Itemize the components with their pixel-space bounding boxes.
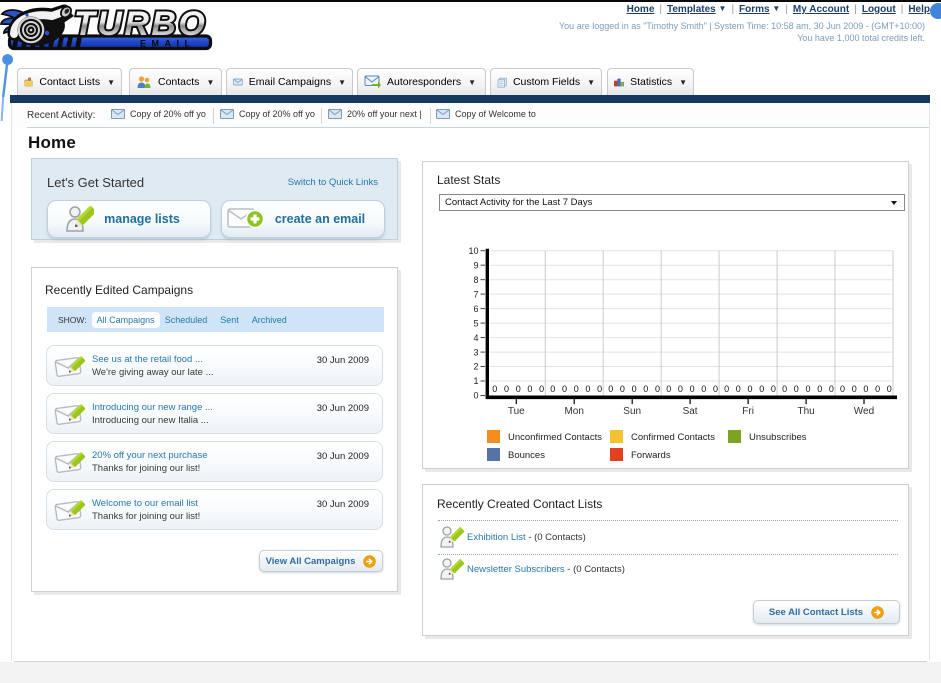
- svg-text:Wed: Wed: [854, 406, 874, 417]
- svg-text:0: 0: [632, 384, 637, 394]
- svg-text:0: 0: [562, 384, 567, 394]
- svg-text:3: 3: [473, 347, 478, 357]
- svg-text:Mon: Mon: [564, 406, 583, 417]
- svg-text:Forwards: Forwards: [631, 450, 671, 461]
- svg-text:Unsubscribes: Unsubscribes: [749, 432, 807, 443]
- svg-text:0: 0: [678, 384, 683, 394]
- svg-text:4: 4: [473, 333, 478, 343]
- svg-text:0: 0: [829, 384, 834, 394]
- svg-text:0: 0: [492, 384, 497, 394]
- svg-text:7: 7: [473, 289, 478, 299]
- svg-text:0: 0: [690, 384, 695, 394]
- svg-text:0: 0: [666, 384, 671, 394]
- svg-text:Tue: Tue: [508, 406, 525, 417]
- svg-text:0: 0: [597, 384, 602, 394]
- svg-text:0: 0: [655, 384, 660, 394]
- svg-text:6: 6: [473, 304, 478, 314]
- svg-text:0: 0: [620, 384, 625, 394]
- svg-text:0: 0: [516, 384, 521, 394]
- svg-text:Thu: Thu: [797, 406, 814, 417]
- svg-text:0: 0: [771, 384, 776, 394]
- svg-text:0: 0: [713, 384, 718, 394]
- svg-text:0: 0: [504, 384, 509, 394]
- svg-text:2: 2: [473, 362, 478, 372]
- svg-text:8: 8: [473, 275, 478, 285]
- svg-text:Unconfirmed Contacts: Unconfirmed Contacts: [508, 432, 602, 443]
- svg-text:0: 0: [887, 384, 892, 394]
- svg-text:9: 9: [473, 260, 478, 270]
- svg-text:0: 0: [585, 384, 590, 394]
- svg-text:0: 0: [608, 384, 613, 394]
- svg-text:Sat: Sat: [683, 406, 698, 417]
- svg-text:0: 0: [875, 384, 880, 394]
- svg-text:0: 0: [473, 391, 478, 401]
- svg-text:0: 0: [539, 384, 544, 394]
- svg-text:0: 0: [747, 384, 752, 394]
- svg-text:0: 0: [724, 384, 729, 394]
- svg-text:5: 5: [473, 318, 478, 328]
- svg-text:0: 0: [701, 384, 706, 394]
- svg-text:0: 0: [852, 384, 857, 394]
- svg-text:0: 0: [574, 384, 579, 394]
- svg-text:0: 0: [643, 384, 648, 394]
- svg-text:0: 0: [782, 384, 787, 394]
- svg-text:0: 0: [794, 384, 799, 394]
- svg-text:0: 0: [527, 384, 532, 394]
- svg-text:Fri: Fri: [742, 406, 754, 417]
- svg-text:0: 0: [805, 384, 810, 394]
- svg-text:Confirmed Contacts: Confirmed Contacts: [631, 432, 715, 443]
- svg-text:0: 0: [736, 384, 741, 394]
- svg-text:Bounces: Bounces: [508, 450, 545, 461]
- svg-text:10: 10: [468, 246, 478, 256]
- svg-text:TURBO: TURBO: [74, 5, 207, 43]
- svg-text:0: 0: [863, 384, 868, 394]
- svg-text:0: 0: [817, 384, 822, 394]
- svg-text:1: 1: [473, 376, 478, 386]
- svg-text:0: 0: [759, 384, 764, 394]
- svg-text:Sun: Sun: [623, 406, 641, 417]
- svg-text:0: 0: [550, 384, 555, 394]
- svg-text:0: 0: [840, 384, 845, 394]
